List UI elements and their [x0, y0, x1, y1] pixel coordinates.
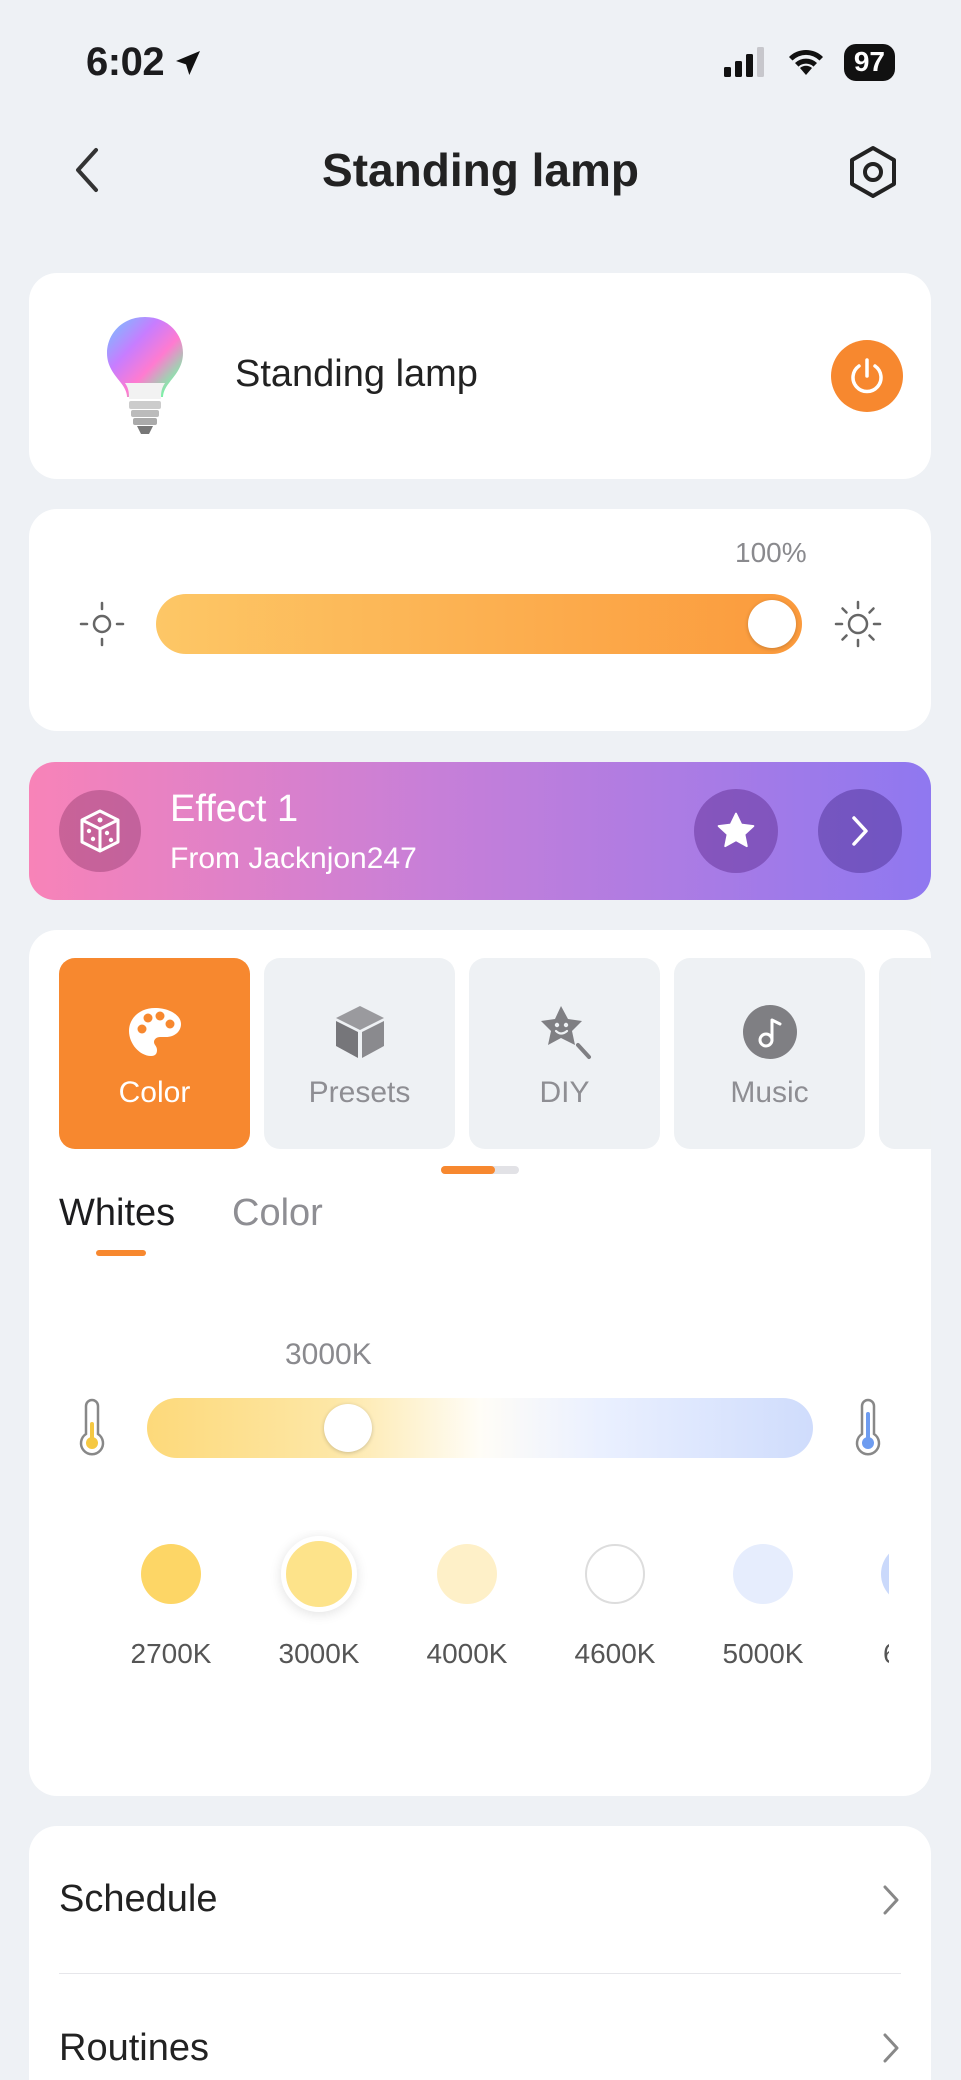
star-wand-icon	[535, 1002, 595, 1062]
color-temperature-thumb[interactable]	[324, 1404, 373, 1452]
power-button[interactable]	[831, 340, 903, 412]
music-note-icon	[740, 1002, 800, 1062]
tab-presets[interactable]: Presets	[264, 958, 455, 1149]
low-brightness-icon	[79, 601, 125, 647]
preset-label: 2700K	[130, 1638, 212, 1669]
tab-color[interactable]: Color	[59, 958, 250, 1149]
effect-title: Effect 1	[170, 788, 299, 830]
preset-4600k[interactable]: 4600K	[541, 1530, 689, 1690]
preset-label: 4000K	[426, 1638, 508, 1669]
effect-open-button[interactable]	[818, 789, 902, 873]
temperature-value: 3000K	[285, 1338, 372, 1371]
cube-icon	[330, 1002, 390, 1062]
preset-label: 4600K	[574, 1638, 656, 1669]
subtab-underline	[96, 1250, 146, 1256]
palette-icon	[125, 1002, 185, 1062]
temperature-presets: 2700K 3000K 4000K 4600K 5000K 650(	[29, 1530, 889, 1690]
preset-swatch	[141, 1544, 201, 1604]
brightness-value: 100%	[735, 537, 807, 568]
settings-list: Schedule Routines	[29, 1826, 931, 2080]
effect-subtitle: From Jacknjon247	[170, 842, 417, 875]
location-arrow-icon	[176, 50, 201, 75]
tab-color-label: Color	[118, 1076, 191, 1109]
brightness-slider[interactable]	[156, 594, 802, 654]
wifi-icon	[788, 50, 823, 76]
list-item-routines[interactable]: Routines	[59, 1974, 901, 2080]
hexagon-gear-icon	[850, 146, 896, 198]
preset-swatch	[437, 1544, 497, 1604]
color-temperature-slider[interactable]	[147, 1398, 813, 1458]
preset-4000k[interactable]: 4000K	[393, 1530, 541, 1690]
signal-icon	[723, 47, 764, 78]
dice-icon	[80, 809, 120, 853]
preset-label: 650(	[837, 1638, 889, 1670]
page-title: Standing lamp	[322, 144, 639, 196]
rgb-bulb-icon	[107, 317, 183, 434]
subtab-color[interactable]: Color	[232, 1192, 323, 1235]
preset-swatch	[881, 1544, 889, 1604]
chevron-left-icon	[76, 148, 98, 192]
tab-diy[interactable]: DIY	[469, 958, 660, 1149]
subtab-whites[interactable]: Whites	[59, 1192, 175, 1235]
preset-swatch	[733, 1544, 793, 1604]
effect-banner[interactable]: Effect 1 From Jacknjon247	[29, 762, 931, 900]
status-time-text: 6:02	[86, 40, 165, 84]
preset-label: 5000K	[722, 1638, 804, 1669]
power-icon	[851, 358, 883, 394]
preset-swatch	[585, 1544, 645, 1604]
preset-5000k[interactable]: 5000K	[689, 1530, 837, 1690]
device-name: Standing lamp	[235, 353, 478, 395]
preset-2700k[interactable]: 2700K	[97, 1530, 245, 1690]
brightness-card: 100%	[29, 509, 931, 731]
favorite-button[interactable]	[694, 789, 778, 873]
status-icons: 97	[723, 44, 895, 81]
high-brightness-icon	[834, 600, 882, 648]
preset-label: 3000K	[278, 1638, 360, 1669]
chevron-right-icon	[883, 2033, 899, 2063]
tab-presets-label: Presets	[308, 1076, 411, 1109]
tab-music-label: Music	[730, 1076, 809, 1109]
settings-button[interactable]	[845, 142, 901, 202]
tabs-scroll-indicator	[441, 1166, 519, 1174]
star-icon	[717, 812, 755, 848]
tab-more[interactable]: D	[879, 958, 931, 1149]
warm-thermometer-icon	[79, 1398, 105, 1456]
status-time: 6:02	[86, 40, 204, 85]
chevron-right-icon	[883, 1885, 899, 1914]
preset-6500k[interactable]: 650(	[837, 1530, 889, 1690]
preset-3000k[interactable]: 3000K	[245, 1530, 393, 1690]
device-card: Standing lamp	[29, 273, 931, 479]
battery-indicator: 97	[843, 44, 895, 81]
modes-card: Color Presets DIY Music Whites Color 300…	[29, 930, 931, 1796]
brightness-slider-thumb[interactable]	[748, 600, 796, 648]
list-item-schedule[interactable]: Schedule	[59, 1826, 901, 1974]
schedule-label: Schedule	[59, 1878, 218, 1920]
back-button[interactable]	[62, 140, 110, 200]
tab-diy-label: DIY	[539, 1076, 590, 1109]
chevron-right-icon	[852, 816, 868, 846]
preset-swatch-selected	[281, 1536, 357, 1612]
dice-icon-badge	[59, 790, 141, 872]
routines-label: Routines	[59, 2026, 209, 2069]
tab-music[interactable]: Music	[674, 958, 865, 1149]
cool-thermometer-icon	[855, 1398, 881, 1456]
